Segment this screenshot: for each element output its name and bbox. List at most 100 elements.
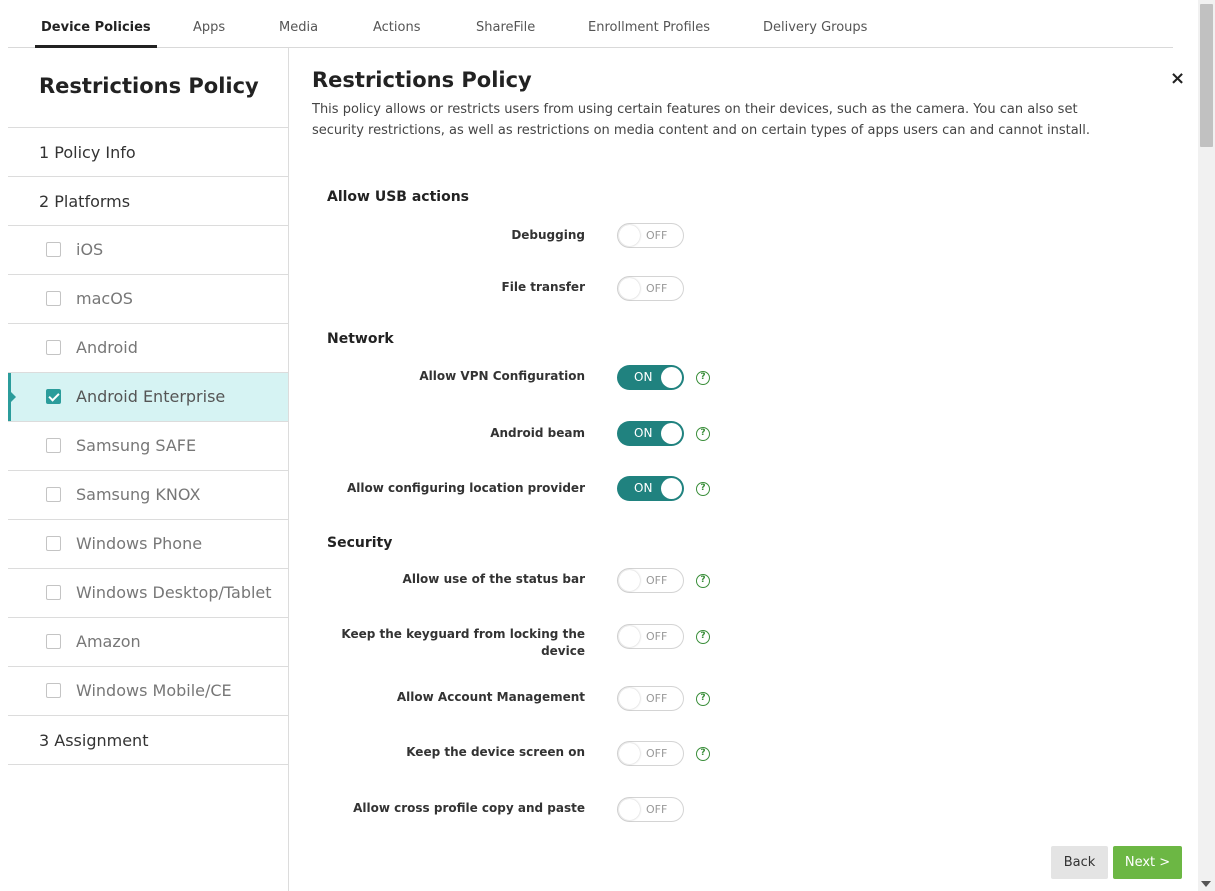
help-icon[interactable]: ? <box>696 371 710 385</box>
toggle-vpn-configuration[interactable]: ON <box>617 365 684 390</box>
toggle-knob <box>619 278 640 299</box>
toggle-knob <box>619 626 640 647</box>
platform-samsung-safe[interactable]: Samsung SAFE <box>8 422 288 471</box>
tab-sharefile[interactable]: ShareFile <box>476 0 535 48</box>
platform-checkbox[interactable] <box>46 340 61 355</box>
toggle-state: OFF <box>646 692 668 705</box>
platform-checkbox[interactable] <box>46 487 61 502</box>
toggle-screen-on[interactable]: OFF <box>617 741 684 766</box>
toggle-location-provider[interactable]: ON <box>617 476 684 501</box>
tab-apps[interactable]: Apps <box>193 0 225 48</box>
toggle-android-beam[interactable]: ON <box>617 421 684 446</box>
setting-label-account-management: Allow Account Management <box>396 690 585 704</box>
scrollbar-thumb[interactable] <box>1200 4 1213 147</box>
platform-label: Android <box>76 338 138 357</box>
platform-windows-mobile-ce[interactable]: Windows Mobile/CE <box>8 667 288 716</box>
platform-macos[interactable]: macOS <box>8 275 288 324</box>
platform-label: Samsung SAFE <box>76 436 197 455</box>
toggle-status-bar[interactable]: OFF <box>617 568 684 593</box>
help-icon[interactable]: ? <box>696 692 710 706</box>
toggle-knob <box>619 799 640 820</box>
toggle-state: OFF <box>646 803 668 816</box>
setting-label-status-bar: Allow use of the status bar <box>402 572 585 586</box>
tab-media[interactable]: Media <box>279 0 318 48</box>
platform-ios[interactable]: iOS <box>8 226 288 275</box>
toggle-state: OFF <box>646 282 668 295</box>
setting-label-screen-on: Keep the device screen on <box>406 745 585 759</box>
toggle-knob <box>619 743 640 764</box>
tab-actions[interactable]: Actions <box>373 0 421 48</box>
platform-checkbox[interactable] <box>46 634 61 649</box>
toggle-state: ON <box>634 481 653 495</box>
next-button[interactable]: Next > <box>1113 846 1182 879</box>
tab-device-policies[interactable]: Device Policies <box>35 0 157 48</box>
toggle-knob <box>661 423 682 444</box>
platform-checkbox-checked[interactable] <box>46 389 61 404</box>
platform-samsung-knox[interactable]: Samsung KNOX <box>8 471 288 520</box>
setting-label-location-provider: Allow configuring location provider <box>346 481 585 495</box>
close-icon[interactable]: × <box>1170 68 1185 89</box>
toggle-knob <box>661 367 682 388</box>
policy-wizard-sidebar: Restrictions Policy 1 Policy Info 2 Plat… <box>8 48 289 891</box>
platform-label: Android Enterprise <box>76 387 226 406</box>
help-icon[interactable]: ? <box>696 630 710 644</box>
platform-amazon[interactable]: Amazon <box>8 618 288 667</box>
toggle-debugging[interactable]: OFF <box>617 223 684 248</box>
platform-android[interactable]: Android <box>8 324 288 373</box>
page-title: Restrictions Policy <box>312 68 532 92</box>
help-icon[interactable]: ? <box>696 747 710 761</box>
toggle-knob <box>661 478 682 499</box>
section-security: Security <box>327 535 393 551</box>
platform-checkbox[interactable] <box>46 536 61 551</box>
platform-android-enterprise[interactable]: Android Enterprise <box>8 373 288 422</box>
toggle-state: ON <box>634 370 653 384</box>
help-icon[interactable]: ? <box>696 427 710 441</box>
toggle-knob <box>619 688 640 709</box>
platform-label: Windows Mobile/CE <box>76 681 232 700</box>
toggle-cross-profile-copy-paste[interactable]: OFF <box>617 797 684 822</box>
setting-label-vpn: Allow VPN Configuration <box>419 369 585 383</box>
tab-delivery-groups[interactable]: Delivery Groups <box>763 0 867 48</box>
help-icon[interactable]: ? <box>696 574 710 588</box>
platform-windows-phone[interactable]: Windows Phone <box>8 520 288 569</box>
platform-label: Windows Phone <box>76 534 203 553</box>
section-usb-actions: Allow USB actions <box>327 189 470 205</box>
platform-checkbox[interactable] <box>46 585 61 600</box>
toggle-state: OFF <box>646 229 668 242</box>
back-button[interactable]: Back <box>1051 846 1108 879</box>
step-assignment[interactable]: 3 Assignment <box>8 716 288 765</box>
toggle-state: OFF <box>646 630 668 643</box>
platform-label: Amazon <box>76 632 141 651</box>
setting-label-file-transfer: File transfer <box>501 280 585 294</box>
platform-label: Windows Desktop/Tablet <box>76 583 272 602</box>
policy-description: This policy allows or restricts users fr… <box>312 102 1091 138</box>
platform-label: Samsung KNOX <box>76 485 201 504</box>
toggle-knob <box>619 225 640 246</box>
platform-checkbox[interactable] <box>46 291 61 306</box>
platform-checkbox[interactable] <box>46 438 61 453</box>
toggle-state: OFF <box>646 747 668 760</box>
setting-label-keyguard: Keep the keyguard from locking the devic… <box>341 627 585 658</box>
scroll-down-arrow-icon[interactable] <box>1201 881 1211 887</box>
setting-label-copy-paste: Allow cross profile copy and paste <box>353 801 585 815</box>
platform-windows-desktop-tablet[interactable]: Windows Desktop/Tablet <box>8 569 288 618</box>
platform-label: iOS <box>76 240 104 259</box>
top-nav: Device Policies Apps Media Actions Share… <box>8 0 1173 48</box>
toggle-knob <box>619 570 640 591</box>
platform-checkbox[interactable] <box>46 683 61 698</box>
sidebar-title: Restrictions Policy <box>8 48 288 128</box>
vertical-scrollbar[interactable] <box>1198 0 1215 891</box>
section-network: Network <box>327 331 394 347</box>
setting-label-android-beam: Android beam <box>490 426 585 440</box>
help-icon[interactable]: ? <box>696 482 710 496</box>
setting-label-debugging: Debugging <box>511 228 585 242</box>
step-platforms[interactable]: 2 Platforms <box>8 177 288 226</box>
tab-enrollment-profiles[interactable]: Enrollment Profiles <box>588 0 710 48</box>
toggle-account-management[interactable]: OFF <box>617 686 684 711</box>
step-policy-info[interactable]: 1 Policy Info <box>8 128 288 177</box>
toggle-file-transfer[interactable]: OFF <box>617 276 684 301</box>
platform-checkbox[interactable] <box>46 242 61 257</box>
toggle-state: OFF <box>646 574 668 587</box>
toggle-keyguard[interactable]: OFF <box>617 624 684 649</box>
platform-label: macOS <box>76 289 133 308</box>
